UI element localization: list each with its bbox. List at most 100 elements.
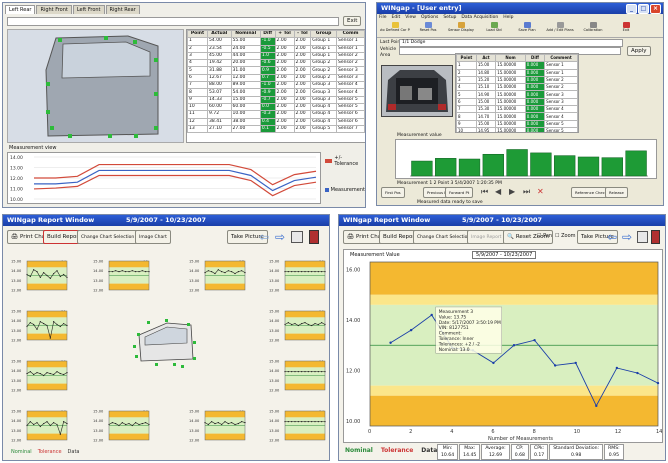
change-chart-selection-button-2[interactable]: Change Chart Selection [413,230,475,244]
vehicle-field[interactable]: 1/1 Dodge [399,39,623,47]
image-chart-button[interactable]: Image Chart [135,230,171,244]
table-row[interactable]: 6 12.67 12.00 0.7 2.00 2.00 Group 2 Sensor 3 [187,73,365,83]
column-header[interactable]: + Tol [274,30,295,39]
tab-right-front[interactable]: Right Front [36,5,72,14]
column-header[interactable]: Comment [544,54,578,63]
back-arrow-icon-2[interactable]: ⇦ [607,230,617,244]
column-header[interactable]: Comm [336,30,365,39]
toolbar-button[interactable]: Load Std [479,22,509,36]
mini-chart-39[interactable]: 3915.0014.0013.0012.00 [269,258,327,296]
zoom-checkbox[interactable]: ☐ Zoom [555,233,576,239]
mini-chart-26[interactable]: 2615.0014.0013.0012.00 [93,408,151,446]
table-row[interactable]: 2 23.54 24.00 -0.5 2.00 2.00 Group 1 Sensor 1 [187,44,365,53]
mini-chart-34[interactable]: 3415.0014.0013.0012.00 [269,408,327,446]
table-row[interactable]: 3 15.20 15.00000 0.000 Sensor 2 [456,75,578,85]
menu-item[interactable]: Data Acquisition [461,15,498,20]
nav-icon[interactable]: ⏭ [523,187,530,197]
image-report-button[interactable]: Image Report [467,230,506,244]
mini-chart-05[interactable]: 0515.0014.0013.0012.00 [93,258,151,296]
column-header[interactable]: Nominal [230,30,261,39]
table-row[interactable]: 8 14.70 15.00000 0.000 Sensor 4 [456,112,578,121]
table-row[interactable]: 11 9.72 10.00 -0.3 2.00 2.00 Group 4 Sensor 6 [187,110,365,119]
column-header[interactable]: Diff [259,30,276,39]
table-row[interactable]: 10 14.95 15.00000 0.000 Sensor 5 [456,126,578,132]
table-row[interactable]: 1 54.00 55.00 -1.0 2.00 2.00 Group 1 Sensor 1 [187,37,365,46]
column-header[interactable]: Group [310,30,337,39]
table-row[interactable]: 5 31.88 31.00 0.9 2.00 2.00 Group 2 Sensor 3 [187,66,365,75]
maximize-button[interactable]: □ [638,4,649,14]
column-header[interactable]: Act [475,54,497,63]
y-tick-label: 13.00 [189,429,200,433]
toolbar-button[interactable]: Auto Defined Car Pos [380,22,410,36]
minimize-button[interactable]: _ [626,4,637,14]
exit-button[interactable]: Exit [343,16,362,26]
close-button[interactable]: × [650,4,661,14]
pan-checkbox[interactable]: ☐ Pan [537,233,552,239]
menu-item[interactable]: View [405,15,416,20]
column-header[interactable]: Diff [524,54,546,63]
column-header[interactable]: Point [187,30,209,39]
apply-button[interactable]: Apply [627,46,651,56]
grid-icon-2[interactable] [637,231,648,243]
toolbar-button[interactable]: Calibration [578,22,608,36]
nav-icon[interactable]: ◀ [495,187,501,196]
mini-chart-23[interactable]: 2315.0014.0013.0012.00 [11,358,69,396]
tab-left-rear[interactable]: Left Rear [5,5,36,14]
table-row[interactable]: 8 53.07 54.00 -0.9 2.00 2.00 Group 3 Sensor 4 [187,88,365,97]
bottom-button[interactable]: First Pos [381,187,405,198]
menu-item[interactable]: Options [421,15,438,20]
menu-item[interactable]: File [379,15,387,20]
nav-icon[interactable]: ▶ [509,187,515,196]
mini-chart-16[interactable]: 1615.0014.0013.0012.00 [11,408,69,446]
tolerance-band-top [27,411,67,418]
mini-chart-51[interactable]: 5115.0014.0013.0012.00 [11,308,69,346]
table-row[interactable]: 9 14.33 15.00 -0.7 2.00 2.00 Group 3 Sensor 5 [187,95,365,104]
column-header[interactable]: - Tol [293,30,312,39]
mini-chart-10[interactable]: 1015.0014.0013.0012.00 [269,308,327,346]
menu-item[interactable]: Help [503,15,513,20]
forward-arrow-icon[interactable]: ⇨ [275,230,285,244]
forward-arrow-icon-2[interactable]: ⇨ [622,230,632,244]
nav-icon[interactable]: ✕ [537,187,544,196]
path-input[interactable] [7,17,339,26]
tolerance-band-bottom [205,433,245,440]
mini-chart-37[interactable]: 3715.0014.0013.0012.00 [189,258,247,296]
table-row[interactable]: 4 15.10 15.00000 0.000 Sensor 2 [456,83,578,92]
grid-icon[interactable] [291,231,303,243]
table-row[interactable]: 7 88.00 89.00 -1.0 2.00 2.00 Group 3 Sensor 4 [187,81,365,90]
tab-right-rear[interactable]: Right Rear [105,5,140,14]
table-row[interactable]: 5 14.90 15.00000 0.000 Sensor 3 [456,90,578,99]
table-row[interactable]: 1 15.00 15.00000 0.000 Sensor 1 [456,61,578,70]
table-row[interactable]: 2 14.80 15.00000 0.000 Sensor 1 [456,68,578,77]
exit-door-icon-2[interactable] [651,230,660,244]
column-header[interactable]: Actual [207,30,232,39]
column-header[interactable]: Point [456,54,477,63]
mini-chart-11[interactable]: 1115.0014.0013.0012.00 [269,358,327,396]
toolbar-button[interactable]: Exit [611,22,641,36]
data-point [26,273,28,276]
toolbar-button[interactable]: Add / Edit Plans [545,22,575,36]
table-row[interactable]: 13 27.10 27.00 0.1 2.00 2.00 Group 5 Sensor 7 [187,124,365,134]
mini-chart-03[interactable]: 0315.0014.0013.0012.00 [189,408,247,446]
column-header[interactable]: Nom [495,54,526,63]
exit-door-icon[interactable] [309,230,319,244]
bottom-button[interactable]: Release [605,187,628,198]
table-row[interactable]: 7 15.30 15.00000 0.000 Sensor 4 [456,105,578,114]
toolbar-button[interactable]: Sensor Display [446,22,476,36]
toolbar-button[interactable]: Reset Pos [413,22,443,36]
mini-chart-04[interactable]: 0415.0014.0013.0012.00 [11,258,69,296]
back-arrow-icon[interactable]: ⇦ [259,230,269,244]
table-row[interactable]: 12 38.41 38.00 0.4 2.00 2.00 Group 4 Sensor 6 [187,117,365,126]
nav-icon[interactable]: ⏮ [481,187,488,197]
tab-left-front[interactable]: Left Front [72,5,105,14]
table-row[interactable]: 6 15.00 15.00000 0.000 Sensor 3 [456,97,578,107]
table-row[interactable]: 10 60.00 60.00 0.0 2.00 2.00 Group 4 Sensor 5 [187,102,365,112]
toolbar-button[interactable]: Save Plan [512,22,542,36]
table-row[interactable]: 9 15.00 15.00000 0.000 Sensor 5 [456,119,578,128]
table-row[interactable]: 3 45.00 44.00 1.0 2.00 2.00 Group 1 Sensor 2 [187,51,365,61]
menu-item[interactable]: Edit [392,15,401,20]
bottom-button[interactable]: Forward Pt [445,187,474,198]
table-row[interactable]: 4 19.42 20.00 -0.6 2.00 2.00 Group 2 Sensor 2 [187,59,365,68]
change-chart-selection-button[interactable]: Change Chart Selection [77,230,139,244]
menu-item[interactable]: Setup [443,15,456,20]
